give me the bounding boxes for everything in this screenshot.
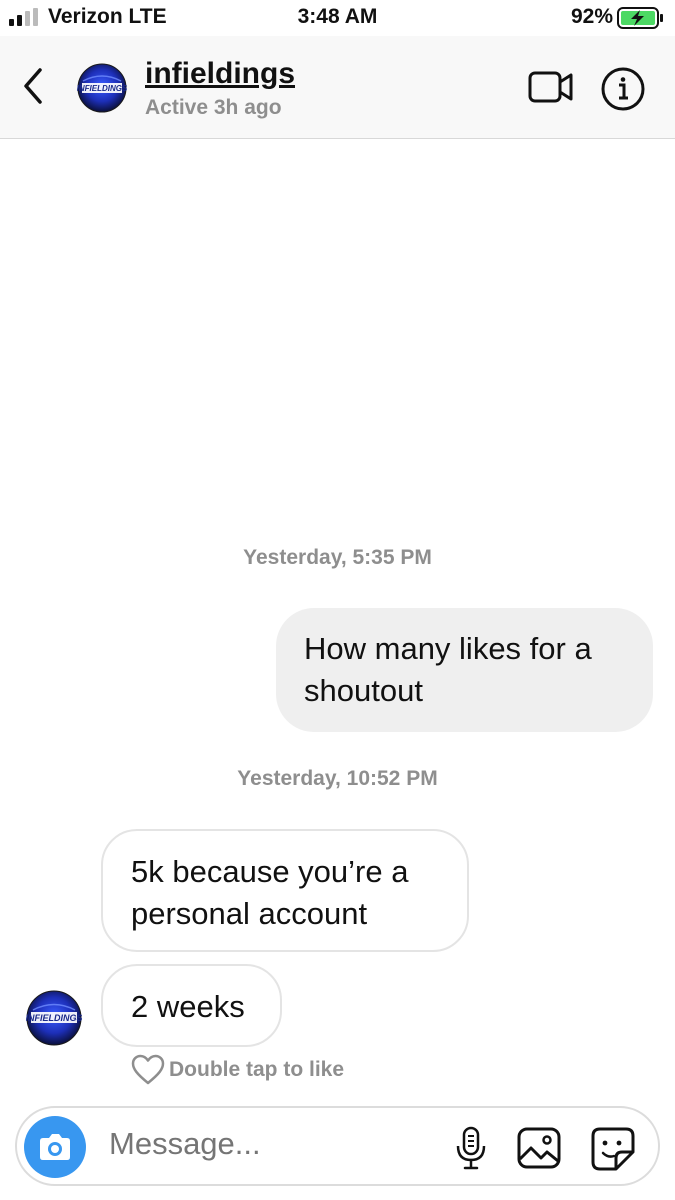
received-message-bubble[interactable]: 2 weeks [101,964,282,1047]
back-chevron-icon[interactable] [18,66,48,106]
avatar[interactable]: INFIELDINGS [77,63,127,113]
like-hint-label: Double tap to like [169,1058,345,1081]
avatar[interactable]: INFIELDINGS [26,990,82,1046]
avatar-logo-text: INFIELDINGS [77,84,127,93]
sent-message-bubble[interactable]: How many likes for a shoutout [276,608,653,732]
avatar-logo-text: INFIELDINGS [26,1013,82,1023]
status-bar: Verizon LTE 3:48 AM 92% [0,0,675,36]
camera-button[interactable] [24,1116,86,1178]
microphone-icon[interactable] [454,1126,488,1170]
battery-charging-icon [617,7,663,29]
battery-percent: 92% [570,5,613,28]
message-input[interactable] [109,1126,409,1162]
received-message-bubble[interactable]: 5k because you’re a personal account [101,829,469,952]
chat-header: INFIELDINGS infieldings Active 3h ago [0,36,675,139]
active-status: Active 3h ago [145,96,282,119]
video-call-icon[interactable] [528,70,574,104]
camera-icon [40,1134,70,1160]
double-tap-like-hint: Double tap to like [131,1054,344,1086]
message-composer [15,1106,660,1186]
thread-username[interactable]: infieldings [145,57,295,91]
gallery-icon[interactable] [516,1126,562,1170]
sticker-icon[interactable] [590,1126,636,1172]
info-icon[interactable] [600,66,646,112]
timestamp: Yesterday, 10:52 PM [237,767,438,790]
heart-outline-icon[interactable] [131,1054,165,1086]
timestamp: Yesterday, 5:35 PM [243,546,432,569]
